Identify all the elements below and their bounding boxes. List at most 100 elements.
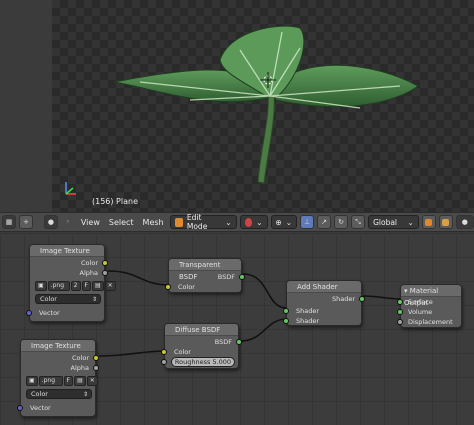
vector-input-socket[interactable] xyxy=(26,310,32,316)
shading-button[interactable]: ● xyxy=(43,215,58,229)
image-selector-row[interactable]: ▣ .png 2 F ▤ ✕ xyxy=(35,281,116,291)
mode-selector[interactable]: Edit Mode ⌄ xyxy=(169,213,237,231)
pivot-icon: ⊕ xyxy=(275,217,282,227)
vector-input-socket[interactable] xyxy=(17,405,23,411)
chevron-down-icon: ⌄ xyxy=(407,217,414,227)
node-title: ▾ Material Output xyxy=(401,285,461,307)
image-browse-icon[interactable]: ▣ xyxy=(26,376,38,386)
layer-icon xyxy=(442,218,450,226)
viewport-header: ▦ + ● ◦ View Select Mesh Edit Mode ⌄ ⌄ ⊕… xyxy=(0,212,474,232)
chevron-down-icon: ⌄ xyxy=(256,217,263,227)
input-volume-label: Volume xyxy=(408,308,433,316)
image-texture-node-1[interactable]: Image Texture Color Alpha ▣ .png 2 F ▤ ✕… xyxy=(26,244,116,322)
manipulator-icon: ⊥ xyxy=(304,218,311,226)
image-users-count[interactable]: 2 xyxy=(70,281,81,291)
rotate-button[interactable]: ↻ xyxy=(334,215,349,229)
output-bsdf-label: BSDF xyxy=(217,273,235,281)
orientation-selector[interactable]: Global ⌄ xyxy=(368,215,419,229)
viewport-shading-selector[interactable]: ⌄ xyxy=(239,215,268,229)
chevron-updown-icon: ⇕ xyxy=(82,391,88,398)
node-title: Diffuse BSDF xyxy=(165,324,238,336)
menu-view[interactable]: View xyxy=(78,218,103,227)
output-alpha-label: Alpha xyxy=(79,269,98,277)
shader-input-socket-2[interactable] xyxy=(283,318,289,324)
3d-viewport[interactable]: (156) Plane xyxy=(0,0,474,212)
plus-icon: + xyxy=(23,218,29,226)
menu-select[interactable]: Select xyxy=(106,218,137,227)
close-icon[interactable]: ✕ xyxy=(86,376,98,386)
image-name[interactable]: .png xyxy=(38,376,63,386)
node-title: Image Texture xyxy=(30,245,104,257)
collapse-button[interactable]: ◦ xyxy=(61,215,75,229)
fake-user-button[interactable]: F xyxy=(63,376,74,386)
mode-label: Edit Mode xyxy=(186,213,208,231)
diffuse-bsdf-node[interactable]: Diffuse BSDF BSDF Color Roughness 5.000 xyxy=(161,323,242,369)
output-color-label: Color xyxy=(72,354,89,362)
image-browse-icon[interactable]: ▣ xyxy=(35,281,47,291)
input-shader-1-label: Shader xyxy=(296,307,320,315)
input-vector-label: Vector xyxy=(30,404,51,412)
add-shader-node[interactable]: Add Shader Shader Shader Shader xyxy=(283,280,365,326)
alpha-output-socket[interactable] xyxy=(102,270,108,276)
image-texture-node-2[interactable]: Image Texture Color Alpha ▣ .png F ▤ ✕ C… xyxy=(17,339,99,417)
color-space-dropdown[interactable]: Color ⇕ xyxy=(26,389,92,399)
output-color-label: Color xyxy=(81,259,98,267)
color-input-socket[interactable] xyxy=(161,349,167,355)
open-icon[interactable]: ▤ xyxy=(91,281,104,291)
alpha-output-socket[interactable] xyxy=(93,365,99,371)
header-toggle-button[interactable]: + xyxy=(19,215,33,229)
color-space-value: Color xyxy=(40,295,57,303)
layer-button[interactable] xyxy=(421,215,436,229)
ivy-leaf-mesh[interactable] xyxy=(100,20,430,190)
scale-button[interactable]: ⤡ xyxy=(351,215,366,229)
bsdf-output-socket[interactable] xyxy=(236,339,242,345)
fake-user-button[interactable]: F xyxy=(81,281,91,291)
output-bsdf-label: BSDF xyxy=(214,338,232,346)
shader-output-socket[interactable] xyxy=(359,296,365,302)
layer-icon xyxy=(425,218,433,226)
color-output-socket[interactable] xyxy=(93,355,99,361)
input-color-label: Color xyxy=(174,348,191,356)
chevron-down-icon: ⌄ xyxy=(225,217,232,227)
layer-button-2[interactable] xyxy=(438,215,453,229)
shader-input-socket-1[interactable] xyxy=(283,308,289,314)
diamond-icon: ◦ xyxy=(65,218,70,226)
orientation-label: Global xyxy=(373,217,398,227)
menu-mesh[interactable]: Mesh xyxy=(140,218,167,227)
link-add-to-surface xyxy=(362,295,403,300)
image-name[interactable]: .png xyxy=(47,281,70,291)
manipulator-toggle[interactable]: ⊥ xyxy=(300,215,315,229)
color-space-value: Color xyxy=(31,390,48,398)
node-editor[interactable]: Image Texture Color Alpha ▣ .png 2 F ▤ ✕… xyxy=(0,233,474,425)
translate-button[interactable]: ↗ xyxy=(317,215,332,229)
bsdf-output-socket[interactable] xyxy=(239,274,245,280)
link-diffuse-to-add xyxy=(239,318,288,342)
volume-input-socket[interactable] xyxy=(397,309,403,315)
roughness-input-socket[interactable] xyxy=(161,359,167,365)
edit-mode-icon xyxy=(174,217,183,227)
roughness-field[interactable]: Roughness 5.000 xyxy=(171,357,235,367)
color-space-dropdown[interactable]: Color ⇕ xyxy=(35,294,101,304)
color-input-socket[interactable] xyxy=(165,284,171,290)
transparent-bsdf-node[interactable]: Transparent BSDF BSDF Color xyxy=(165,258,245,293)
color-output-socket[interactable] xyxy=(102,260,108,266)
surface-input-socket[interactable] xyxy=(397,299,403,305)
close-icon[interactable]: ✕ xyxy=(104,281,116,291)
arrow-icon: ↗ xyxy=(321,218,328,226)
pivot-selector[interactable]: ⊕ ⌄ xyxy=(270,215,298,229)
editor-type-button[interactable]: ▦ xyxy=(2,215,16,229)
rotate-icon: ↻ xyxy=(338,218,345,226)
collapse-triangle-icon[interactable]: ▾ xyxy=(404,287,408,295)
render-preview-button[interactable]: ● xyxy=(455,215,474,229)
viewport-left-strip xyxy=(0,0,52,212)
link-alpha-to-transparent xyxy=(107,270,171,286)
open-icon[interactable]: ▤ xyxy=(74,376,86,386)
material-output-node[interactable]: ▾ Material Output Surface Volume Displac… xyxy=(397,284,462,328)
displacement-input-socket[interactable] xyxy=(397,319,403,325)
grid-icon: ▦ xyxy=(5,218,13,226)
input-shader-2-label: Shader xyxy=(296,317,320,325)
input-displacement-label: Displacement xyxy=(408,318,453,326)
material-sphere-icon xyxy=(244,217,253,227)
input-vector-label: Vector xyxy=(39,309,60,317)
image-selector-row[interactable]: ▣ .png F ▤ ✕ xyxy=(26,376,98,386)
